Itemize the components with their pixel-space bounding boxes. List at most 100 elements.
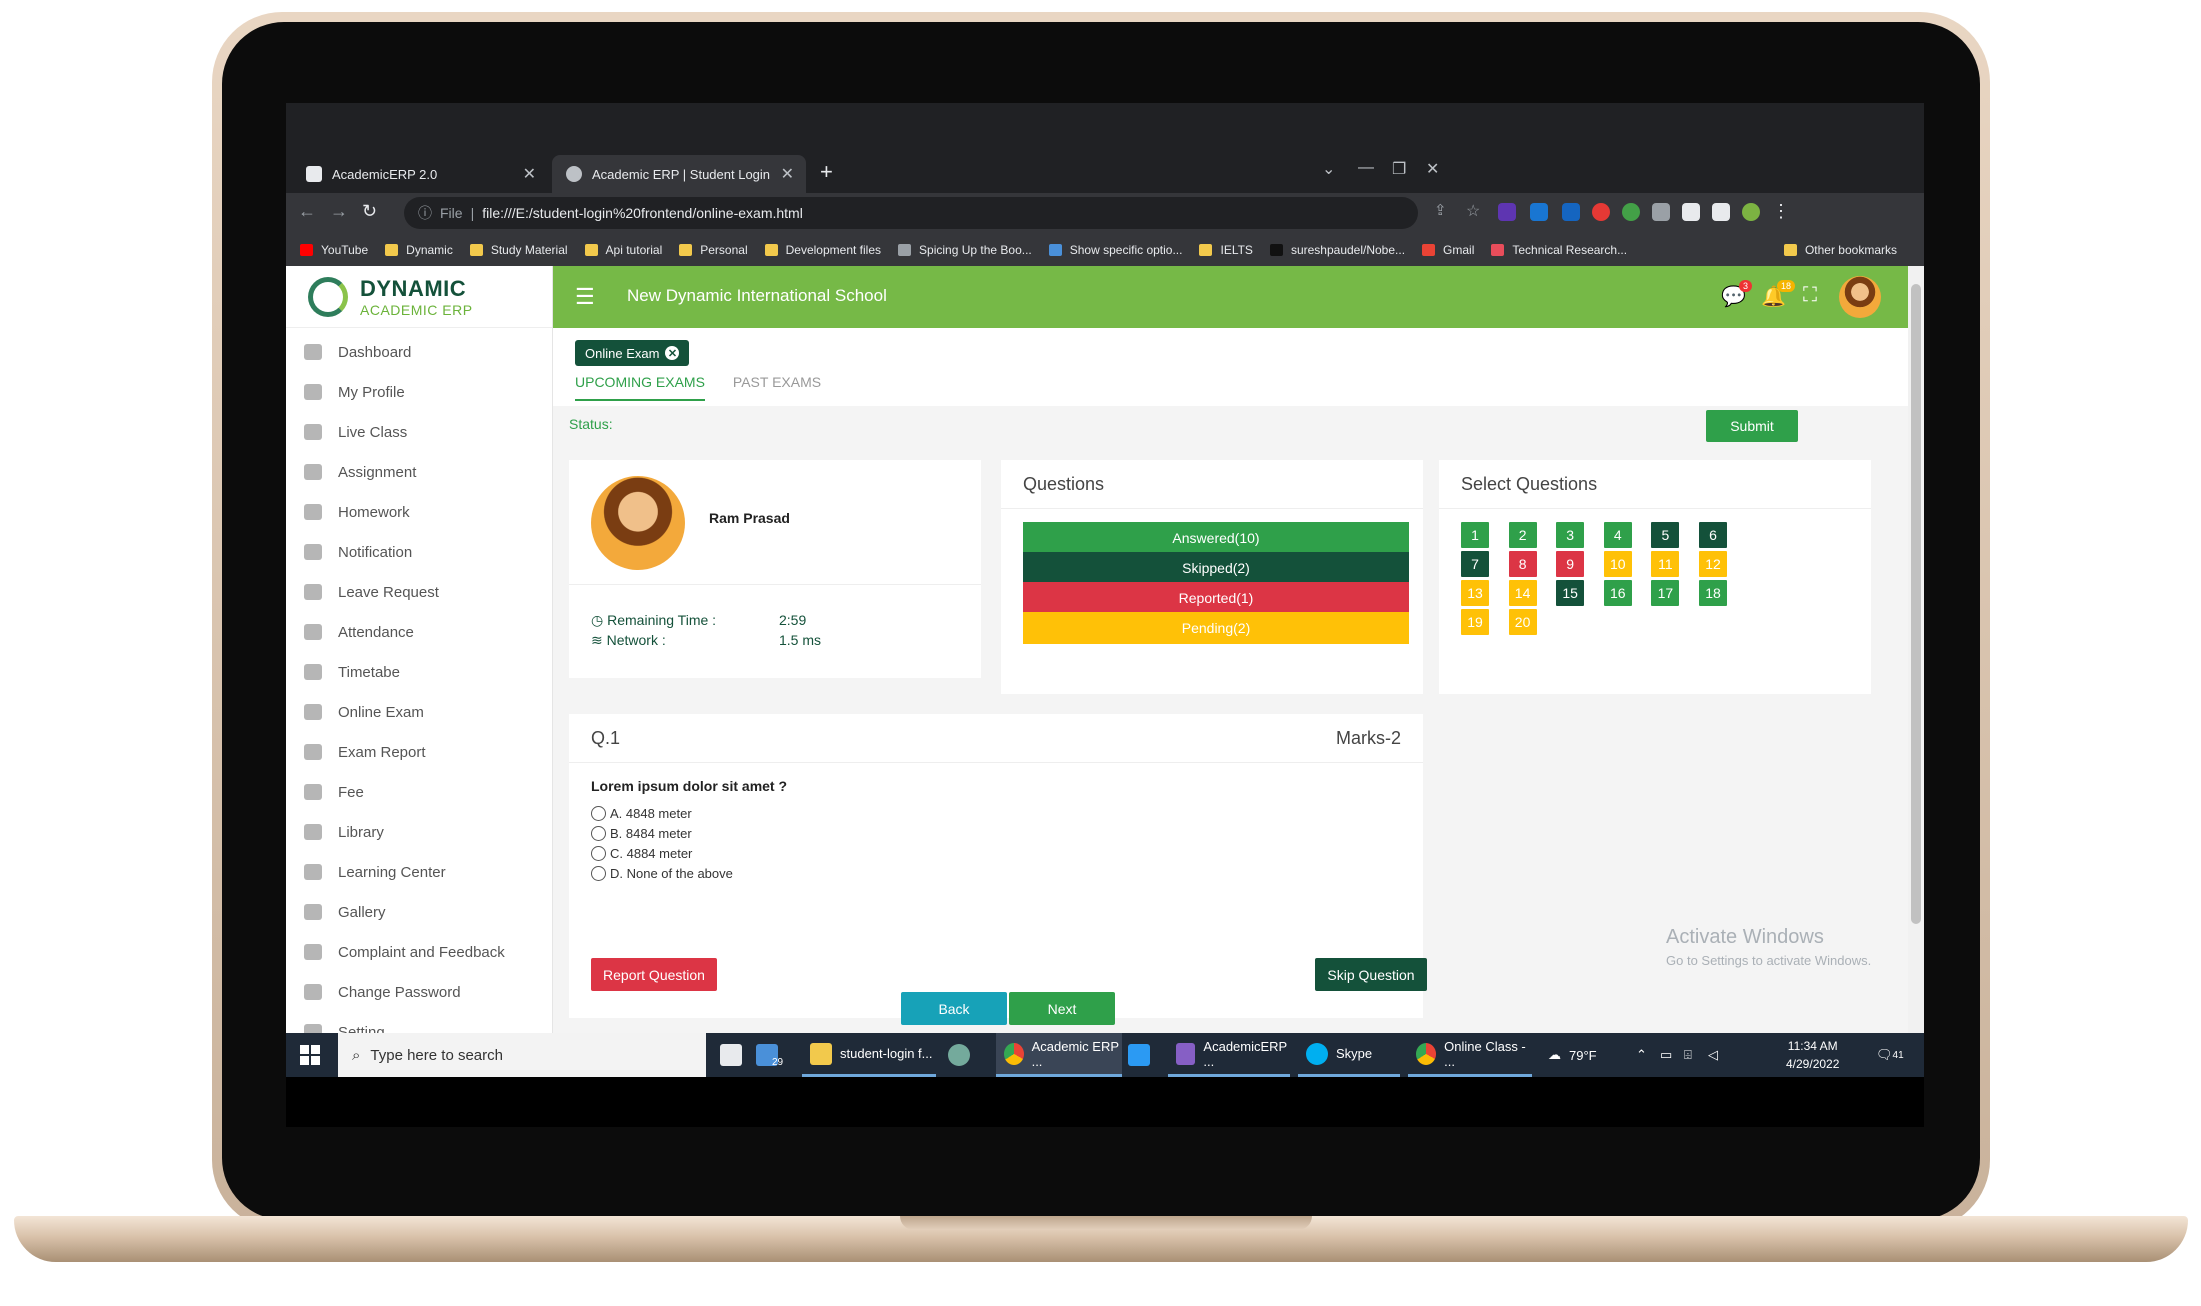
answer-option[interactable]: D. None of the above	[591, 866, 733, 881]
question-number-button[interactable]: 15	[1556, 580, 1585, 606]
user-avatar[interactable]	[1839, 276, 1881, 318]
bookmark-item[interactable]: Dynamic	[385, 243, 453, 257]
tab-upcoming-exams[interactable]: UPCOMING EXAMS	[575, 374, 705, 401]
page-scrollbar[interactable]	[1908, 266, 1924, 1033]
submit-button[interactable]: Submit	[1706, 410, 1798, 442]
taskbar-explorer[interactable]: student-login f...	[802, 1033, 936, 1077]
tab-past-exams[interactable]: PAST EXAMS	[733, 374, 821, 401]
close-tab-icon[interactable]: ✕	[781, 164, 794, 184]
sidebar-item-my-profile[interactable]: My Profile	[286, 372, 552, 412]
back-icon[interactable]: ←	[298, 201, 316, 222]
bookmark-item[interactable]: Personal	[679, 243, 748, 257]
question-number-button[interactable]: 4	[1603, 522, 1632, 548]
question-number-button[interactable]: 16	[1603, 580, 1632, 606]
bookmark-item[interactable]: Show specific optio...	[1048, 243, 1182, 257]
report-question-button[interactable]: Report Question	[591, 958, 717, 991]
fullscreen-icon[interactable]: ⛶	[1803, 284, 1817, 307]
minimize-icon[interactable]: —	[1358, 159, 1374, 177]
question-number-button[interactable]: 18	[1699, 580, 1727, 606]
battery-icon[interactable]: ▭	[1660, 1033, 1672, 1077]
extension-icon[interactable]	[1498, 203, 1516, 221]
sidebar-item-exam-report[interactable]: Exam Report	[286, 732, 552, 772]
taskbar-chrome-academic[interactable]: Academic ERP ...	[996, 1033, 1122, 1077]
extension-icon[interactable]	[1592, 203, 1610, 221]
bookmark-item[interactable]: Study Material	[469, 243, 568, 257]
question-number-button[interactable]: 20	[1508, 609, 1537, 635]
bookmark-item[interactable]: Api tutorial	[584, 243, 662, 257]
question-number-button[interactable]: 9	[1556, 551, 1585, 577]
sidebar-item-homework[interactable]: Homework	[286, 492, 552, 532]
question-number-button[interactable]: 5	[1651, 522, 1680, 548]
sidebar-item-live-class[interactable]: Live Class	[286, 412, 552, 452]
puzzle-icon[interactable]	[1682, 203, 1700, 221]
question-number-button[interactable]: 1	[1461, 522, 1489, 548]
next-button[interactable]: Next	[1009, 992, 1115, 1025]
app-logo[interactable]: DYNAMIC ACADEMIC ERP	[286, 266, 552, 328]
back-button[interactable]: Back	[901, 992, 1007, 1025]
bookmark-item[interactable]: Development files	[764, 243, 881, 257]
sidebar-item-fee[interactable]: Fee	[286, 772, 552, 812]
bookmark-star-icon[interactable]: ☆	[1466, 201, 1480, 221]
answer-option[interactable]: C. 4884 meter	[591, 846, 692, 861]
store-icon[interactable]	[720, 1033, 750, 1077]
radio-button[interactable]	[591, 846, 606, 861]
vscode-icon[interactable]	[1128, 1033, 1158, 1077]
sidebar-item-attendance[interactable]: Attendance	[286, 612, 552, 652]
system-clock[interactable]: 11:34 AM 4/29/2022	[1786, 1037, 1839, 1073]
profile-avatar[interactable]	[1742, 203, 1760, 221]
radio-button[interactable]	[591, 826, 606, 841]
close-window-icon[interactable]: ✕	[1426, 159, 1439, 179]
question-number-button[interactable]: 2	[1508, 522, 1537, 548]
share-icon[interactable]: ⇪	[1434, 201, 1447, 219]
sidebar-item-learning-center[interactable]: Learning Center	[286, 852, 552, 892]
network-icon[interactable]: ⌹	[1684, 1033, 1692, 1077]
action-center-icon[interactable]: 🗨 41	[1876, 1033, 1904, 1077]
radio-button[interactable]	[591, 806, 606, 821]
speaker-icon[interactable]: ◁	[1708, 1033, 1718, 1077]
question-number-button[interactable]: 19	[1461, 609, 1489, 635]
other-bookmarks[interactable]: Other bookmarks	[1783, 243, 1897, 257]
bookmark-item[interactable]: Technical Research...	[1491, 243, 1627, 257]
question-number-button[interactable]: 6	[1699, 522, 1727, 548]
chatgpt-icon[interactable]	[948, 1033, 978, 1077]
scrollbar-thumb[interactable]	[1911, 284, 1921, 924]
mail-icon[interactable]: 29	[756, 1033, 783, 1077]
taskbar-visualstudio[interactable]: AcademicERP ...	[1168, 1033, 1290, 1077]
question-number-button[interactable]: 17	[1651, 580, 1680, 606]
extension-icon[interactable]	[1530, 203, 1548, 221]
new-tab-icon[interactable]: +	[820, 159, 833, 185]
forward-icon[interactable]: →	[330, 201, 348, 222]
bookmark-item[interactable]: Gmail	[1422, 243, 1474, 257]
extension-icon[interactable]	[1622, 203, 1640, 221]
sidebar-item-assignment[interactable]: Assignment	[286, 452, 552, 492]
extension-icon[interactable]	[1562, 203, 1580, 221]
sidebar-item-complaint-and-feedback[interactable]: Complaint and Feedback	[286, 932, 552, 972]
answer-option[interactable]: B. 8484 meter	[591, 826, 692, 841]
sidebar-item-dashboard[interactable]: Dashboard	[286, 332, 552, 372]
question-number-button[interactable]: 3	[1556, 522, 1585, 548]
browser-tab-academicerp[interactable]: AcademicERP 2.0 ✕	[292, 155, 548, 193]
sidebar-item-online-exam[interactable]: Online Exam	[286, 692, 552, 732]
sidebar-item-change-password[interactable]: Change Password	[286, 972, 552, 1012]
windows-start-icon[interactable]	[300, 1045, 320, 1065]
bookmark-item[interactable]: IELTS	[1199, 243, 1253, 257]
skip-question-button[interactable]: Skip Question	[1315, 958, 1427, 991]
sidebar-item-library[interactable]: Library	[286, 812, 552, 852]
extension-icon[interactable]	[1652, 203, 1670, 221]
restore-icon[interactable]: ❐	[1392, 159, 1406, 179]
taskbar-search[interactable]: ⌕ Type here to search	[338, 1033, 706, 1077]
weather[interactable]: ☁ 79°F	[1548, 1033, 1597, 1077]
reload-icon[interactable]: ↻	[362, 201, 377, 222]
hamburger-icon[interactable]: ☰	[575, 284, 595, 310]
online-exam-chip[interactable]: Online Exam ✕	[575, 340, 690, 366]
sidebar-item-timetabe[interactable]: Timetabe	[286, 652, 552, 692]
close-tab-icon[interactable]: ✕	[523, 164, 536, 184]
sidebar-item-leave-request[interactable]: Leave Request	[286, 572, 552, 612]
bookmark-item[interactable]: YouTube	[300, 243, 368, 257]
close-chip-icon[interactable]: ✕	[665, 346, 680, 360]
sidebar-item-notification[interactable]: Notification	[286, 532, 552, 572]
question-number-button[interactable]: 14	[1508, 580, 1537, 606]
taskbar-chrome-online-class[interactable]: Online Class - ...	[1408, 1033, 1532, 1077]
question-number-button[interactable]: 12	[1699, 551, 1727, 577]
question-number-button[interactable]: 10	[1603, 551, 1632, 577]
